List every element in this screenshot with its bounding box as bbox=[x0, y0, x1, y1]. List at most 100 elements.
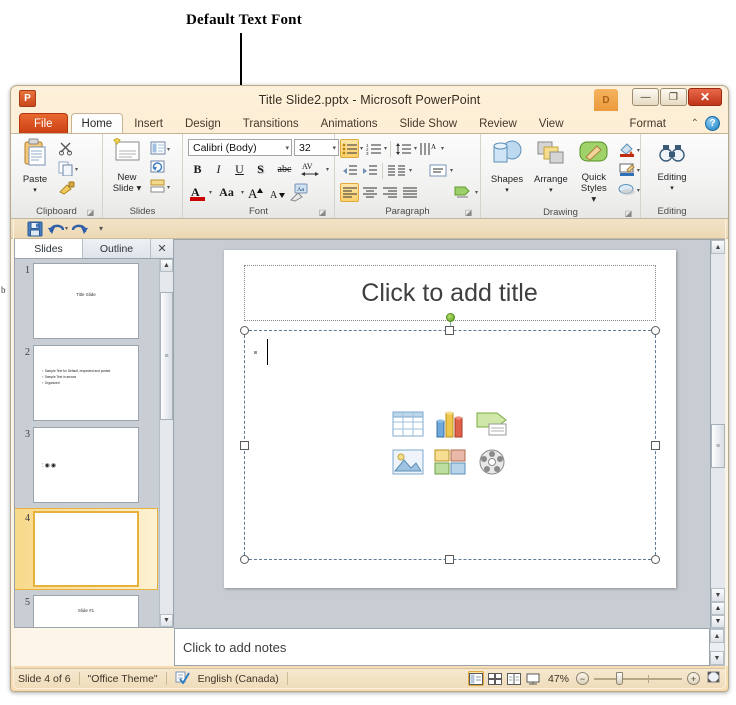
font-size-combo[interactable]: 32 ▾ bbox=[294, 139, 339, 156]
handle-top-center[interactable] bbox=[445, 326, 454, 335]
slide-thumbnail-4[interactable]: 4 bbox=[15, 508, 158, 590]
next-slide-button[interactable]: ▼ bbox=[711, 615, 725, 628]
character-spacing-dropdown-arrow-icon[interactable]: ▾ bbox=[326, 166, 329, 173]
bullets-button[interactable] bbox=[340, 139, 359, 158]
insert-smartart-icon[interactable] bbox=[475, 409, 509, 444]
language-label[interactable]: English (Canada) bbox=[198, 673, 279, 685]
handle-top-right[interactable] bbox=[650, 326, 660, 335]
reset-slide-button[interactable] bbox=[148, 159, 172, 177]
arrange-dropdown-arrow-icon[interactable]: ▾ bbox=[549, 185, 553, 196]
slides-scroll-thumb[interactable]: ≡ bbox=[160, 292, 173, 420]
underline-button[interactable]: U bbox=[230, 160, 249, 179]
slide-thumbnail-5[interactable]: 5 Slide #1 bbox=[15, 595, 157, 627]
slide-layout-button[interactable]: ▾ bbox=[148, 140, 172, 158]
rotation-handle[interactable] bbox=[445, 313, 455, 322]
minimize-button[interactable]: — bbox=[632, 88, 659, 106]
tab-insert[interactable]: Insert bbox=[123, 113, 174, 133]
undo-button[interactable]: ▾ bbox=[47, 221, 68, 237]
insert-clipart-icon[interactable] bbox=[433, 447, 467, 482]
editing-dropdown-arrow-icon[interactable]: ▾ bbox=[670, 183, 674, 194]
section-button[interactable]: ▾ bbox=[148, 178, 172, 196]
zoom-out-button[interactable]: − bbox=[576, 672, 589, 685]
line-spacing-dropdown-arrow-icon[interactable]: ▾ bbox=[414, 145, 417, 152]
slide-thumbnail-2[interactable]: 2 Sample Text for Default, respected and… bbox=[15, 345, 157, 421]
tab-format[interactable]: Format bbox=[619, 113, 677, 133]
slides-scroll-up-button[interactable]: ▲ bbox=[160, 259, 173, 272]
bold-button[interactable]: B bbox=[188, 160, 207, 179]
shapes-dropdown-arrow-icon[interactable]: ▾ bbox=[505, 185, 509, 196]
increase-indent-button[interactable] bbox=[360, 161, 379, 180]
slide-preview-2[interactable]: Sample Text for Default, respected and p… bbox=[33, 345, 139, 421]
handle-middle-left[interactable] bbox=[239, 440, 249, 450]
shape-outline-button[interactable]: ▾ bbox=[616, 161, 642, 180]
handle-middle-right[interactable] bbox=[650, 440, 660, 450]
insert-picture-icon[interactable] bbox=[391, 447, 425, 482]
slide-show-view-button[interactable] bbox=[525, 671, 541, 686]
text-direction-button[interactable]: A bbox=[418, 139, 440, 158]
redo-button[interactable] bbox=[72, 221, 89, 237]
tab-design[interactable]: Design bbox=[174, 113, 232, 133]
insert-media-icon[interactable] bbox=[475, 447, 509, 482]
handle-bottom-right[interactable] bbox=[650, 555, 660, 564]
font-color-dropdown-arrow-icon[interactable]: ▾ bbox=[209, 189, 212, 196]
normal-view-button[interactable] bbox=[467, 671, 484, 686]
copy-button[interactable]: ▾ bbox=[56, 160, 80, 179]
copy-dropdown-arrow-icon[interactable]: ▾ bbox=[75, 166, 78, 173]
columns-dropdown-arrow-icon[interactable]: ▾ bbox=[409, 167, 412, 174]
editing-button[interactable]: Editing ▾ bbox=[653, 141, 690, 195]
slide-thumbnail-1[interactable]: 1 Title Slide bbox=[15, 263, 157, 339]
cut-button[interactable] bbox=[56, 140, 80, 159]
drawing-dialog-launcher[interactable]: ◪ bbox=[624, 209, 633, 218]
font-dialog-launcher[interactable]: ◪ bbox=[318, 208, 327, 217]
collapse-ribbon-icon[interactable]: ⌃ bbox=[691, 118, 699, 129]
strikethrough-button[interactable]: abc bbox=[272, 160, 297, 179]
font-name-combo[interactable]: Calibri (Body) ▾ bbox=[188, 139, 292, 156]
close-button[interactable]: ✕ bbox=[688, 88, 722, 106]
slide-preview-3[interactable]: :◉◉ bbox=[33, 427, 139, 503]
handle-top-left[interactable] bbox=[239, 326, 249, 335]
align-right-button[interactable] bbox=[380, 183, 399, 202]
notes-scrollbar[interactable]: ▲ ▼ bbox=[710, 628, 725, 666]
shape-effects-button[interactable]: ▾ bbox=[616, 181, 642, 200]
align-text-button[interactable] bbox=[427, 161, 449, 180]
italic-button[interactable]: I bbox=[209, 160, 228, 179]
shrink-font-button[interactable]: A bbox=[267, 183, 286, 202]
handle-bottom-center[interactable] bbox=[445, 555, 454, 564]
tab-home[interactable]: Home bbox=[70, 113, 124, 133]
content-placeholder[interactable] bbox=[239, 313, 660, 564]
shape-fill-button[interactable]: ▾ bbox=[616, 141, 642, 160]
align-left-button[interactable] bbox=[340, 183, 359, 202]
numbering-dropdown-arrow-icon[interactable]: ▾ bbox=[384, 145, 387, 152]
handle-bottom-left[interactable] bbox=[239, 555, 249, 564]
arrange-button[interactable]: Arrange ▾ bbox=[530, 139, 572, 197]
clear-formatting-button[interactable]: Aa bbox=[288, 183, 313, 202]
section-dropdown-arrow-icon[interactable]: ▾ bbox=[167, 184, 170, 191]
align-center-button[interactable] bbox=[360, 183, 379, 202]
slide-scroll-down-button[interactable]: ▼ bbox=[711, 588, 725, 602]
new-slide-button[interactable]: New Slide ▾ bbox=[108, 137, 146, 195]
tab-animations[interactable]: Animations bbox=[310, 113, 389, 133]
justify-button[interactable] bbox=[400, 183, 419, 202]
quick-styles-button[interactable]: Quick Styles ▾ bbox=[574, 139, 614, 206]
text-shadow-button[interactable]: S bbox=[251, 160, 270, 179]
close-panel-button[interactable]: ✕ bbox=[151, 239, 173, 258]
notes-scroll-down-button[interactable]: ▼ bbox=[710, 651, 724, 665]
slide-edit-area[interactable]: Click to add title ▲ ≡ ▼ ▲ ▼ bbox=[174, 239, 725, 628]
shape-effects-dropdown-arrow-icon[interactable]: ▾ bbox=[637, 187, 640, 194]
numbering-button[interactable]: 1 2 3 bbox=[364, 139, 383, 158]
clipboard-dialog-launcher[interactable]: ◪ bbox=[86, 208, 95, 217]
slide-scrollbar[interactable]: ▲ ≡ ▼ ▲ ▼ bbox=[710, 240, 725, 628]
paragraph-dialog-launcher[interactable]: ◪ bbox=[464, 208, 473, 217]
theme-label[interactable]: "Office Theme" bbox=[88, 673, 158, 685]
insert-chart-icon[interactable] bbox=[433, 409, 467, 444]
tab-outline[interactable]: Outline bbox=[83, 239, 151, 258]
bullets-dropdown-arrow-icon[interactable]: ▾ bbox=[360, 145, 363, 152]
tab-view[interactable]: View bbox=[528, 113, 575, 133]
paste-dropdown-arrow-icon[interactable]: ▾ bbox=[33, 185, 37, 196]
slide-canvas[interactable]: Click to add title bbox=[223, 250, 676, 588]
notes-scroll-up-button[interactable]: ▲ bbox=[710, 629, 724, 643]
text-direction-dropdown-arrow-icon[interactable]: ▾ bbox=[441, 145, 444, 152]
slide-sorter-view-button[interactable] bbox=[487, 671, 503, 686]
reading-view-button[interactable] bbox=[506, 671, 522, 686]
shape-outline-dropdown-arrow-icon[interactable]: ▾ bbox=[637, 167, 640, 174]
